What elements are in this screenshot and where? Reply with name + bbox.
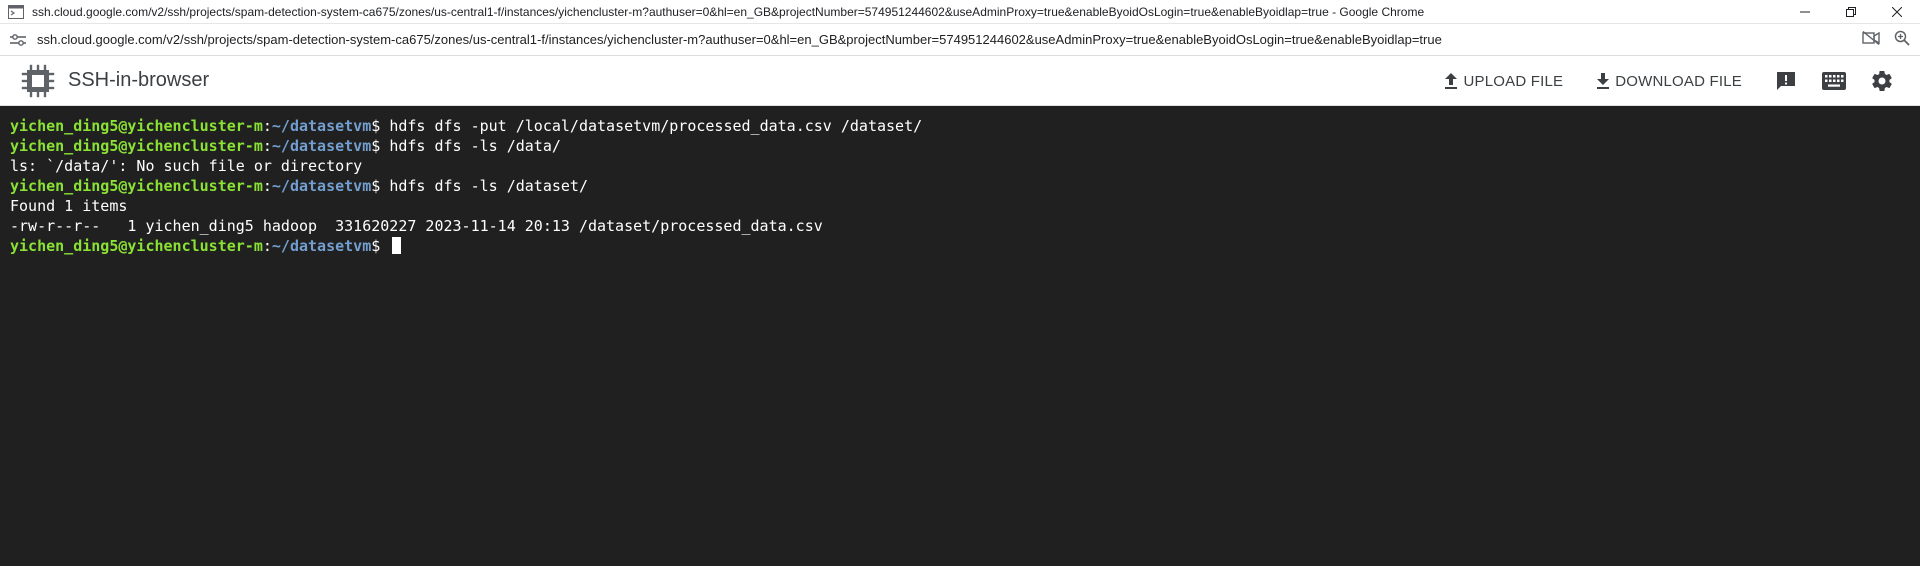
- app-header: SSH-in-browser UPLOAD FILE DOWNLOAD FILE: [0, 56, 1920, 106]
- prompt-user-host: yichen_ding5@yichencluster-m: [10, 137, 263, 155]
- chrome-page-icon: [8, 4, 24, 20]
- address-bar[interactable]: ssh.cloud.google.com/v2/ssh/projects/spa…: [0, 24, 1920, 56]
- terminal-output-line: Found 1 items: [10, 197, 128, 215]
- upload-file-label: UPLOAD FILE: [1463, 72, 1564, 90]
- minimize-icon: [1800, 11, 1810, 13]
- prompt-user-host: yichen_ding5@yichencluster-m: [10, 237, 263, 255]
- feedback-button[interactable]: [1766, 61, 1806, 101]
- prompt-path: ~/datasetvm: [271, 177, 372, 195]
- url-actions: [1862, 24, 1910, 56]
- close-button[interactable]: [1874, 0, 1920, 24]
- prompt-dollar: $: [371, 177, 390, 195]
- prompt-path: ~/datasetvm: [271, 117, 372, 135]
- upload-icon: [1443, 72, 1459, 90]
- close-icon: [1892, 7, 1902, 17]
- minimize-button[interactable]: [1782, 0, 1828, 24]
- url-text[interactable]: ssh.cloud.google.com/v2/ssh/projects/spa…: [37, 32, 1442, 47]
- download-file-label: DOWNLOAD FILE: [1615, 72, 1742, 90]
- restore-button[interactable]: [1828, 0, 1874, 24]
- feedback-icon: [1777, 72, 1795, 90]
- terminal-command-line: yichen_ding5@yichencluster-m:~/datasetvm…: [10, 236, 1910, 256]
- download-file-button[interactable]: DOWNLOAD FILE: [1587, 63, 1750, 99]
- prompt-path: ~/datasetvm: [271, 137, 372, 155]
- command-text: hdfs dfs -ls /data/: [389, 137, 561, 155]
- camera-blocked-icon[interactable]: [1862, 30, 1880, 50]
- terminal-command-line: yichen_ding5@yichencluster-m:~/datasetvm…: [10, 136, 1910, 156]
- download-icon: [1595, 72, 1611, 90]
- prompt-user-host: yichen_ding5@yichencluster-m: [10, 177, 263, 195]
- prompt-dollar: $: [371, 237, 390, 255]
- terminal-command-line: yichen_ding5@yichencluster-m:~/datasetvm…: [10, 176, 1910, 196]
- prompt-colon: :: [262, 177, 272, 195]
- terminal-output-line: ls: `/data/': No such file or directory: [10, 157, 363, 175]
- restore-icon: [1846, 7, 1856, 17]
- zoom-icon[interactable]: [1894, 30, 1910, 51]
- gear-icon: [1872, 71, 1892, 92]
- terminal[interactable]: yichen_ding5@yichencluster-m:~/datasetvm…: [0, 106, 1920, 566]
- keyboard-button[interactable]: [1814, 61, 1854, 101]
- keyboard-icon: [1822, 72, 1846, 90]
- terminal-command-line: yichen_ding5@yichencluster-m:~/datasetvm…: [10, 116, 1910, 136]
- compute-engine-chip-icon: [20, 63, 56, 99]
- terminal-output-line: -rw-r--r-- 1 yichen_ding5 hadoop 3316202…: [10, 217, 823, 235]
- prompt-path: ~/datasetvm: [271, 237, 372, 255]
- command-text: hdfs dfs -put /local/datasetvm/processed…: [389, 117, 923, 135]
- prompt-dollar: $: [371, 137, 390, 155]
- terminal-cursor[interactable]: [392, 237, 402, 254]
- command-text: hdfs dfs -ls /dataset/: [389, 177, 588, 195]
- upload-file-button[interactable]: UPLOAD FILE: [1435, 63, 1571, 99]
- site-settings-icon[interactable]: [8, 30, 28, 50]
- settings-button[interactable]: [1862, 61, 1902, 101]
- window-title: ssh.cloud.google.com/v2/ssh/projects/spa…: [32, 4, 1425, 19]
- prompt-user-host: yichen_ding5@yichencluster-m: [10, 117, 263, 135]
- prompt-colon: :: [262, 237, 272, 255]
- window-titlebar: ssh.cloud.google.com/v2/ssh/projects/spa…: [0, 0, 1920, 24]
- prompt-colon: :: [262, 117, 272, 135]
- app-title: SSH-in-browser: [68, 69, 210, 91]
- window-controls: [1782, 0, 1920, 24]
- prompt-colon: :: [262, 137, 272, 155]
- header-actions: UPLOAD FILE DOWNLOAD FILE: [1435, 56, 1902, 106]
- prompt-dollar: $: [371, 117, 390, 135]
